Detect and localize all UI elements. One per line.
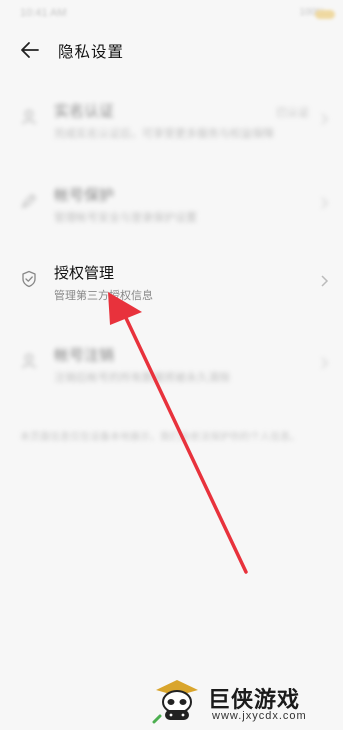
setting-status: 已认证 — [276, 107, 309, 119]
setting-row-realname[interactable]: 实名认证 完成实名认证后，可享受更多服务与权益保障 已认证 — [0, 88, 343, 152]
battery-icon — [315, 10, 335, 19]
shield-check-icon — [22, 270, 36, 288]
setting-title: 实名认证 — [54, 103, 115, 120]
privacy-note: 本页面信息仅在设备本地展示，我们会依法保护你的个人信息。 — [20, 432, 300, 443]
person-icon — [22, 109, 36, 125]
watermark-logo: 巨侠游戏 www.jxycdx.com — [150, 676, 320, 726]
person-icon — [22, 353, 36, 369]
setting-title: 帐号保护 — [54, 187, 115, 204]
page-title: 隐私设置 — [58, 44, 125, 61]
chevron-right-icon — [321, 357, 329, 369]
chevron-right-icon — [321, 113, 329, 125]
setting-title: 帐号注销 — [54, 347, 115, 364]
setting-subtitle: 管理帐号安全与登录保护设置 — [54, 212, 197, 224]
setting-subtitle: 注销后帐号的所有数据将被永久清除 — [54, 372, 230, 384]
setting-row-account-cancel[interactable]: 帐号注销 注销后帐号的所有数据将被永久清除 — [0, 332, 343, 396]
chevron-right-icon — [321, 197, 329, 209]
back-arrow-icon — [21, 42, 39, 58]
setting-row-authorization[interactable]: 授权管理 管理第三方授权信息 — [0, 250, 343, 314]
status-bar: 10:41 AM 100% — [0, 0, 343, 30]
setting-subtitle: 完成实名认证后，可享受更多服务与权益保障 — [54, 128, 274, 140]
setting-row-account-protect[interactable]: 帐号保护 管理帐号安全与登录保护设置 — [0, 172, 343, 236]
header: 隐私设置 — [0, 32, 343, 68]
setting-subtitle: 管理第三方授权信息 — [54, 290, 153, 302]
status-time: 10:41 AM — [20, 7, 67, 19]
watermark-url: www.jxycdx.com — [212, 710, 307, 722]
setting-title: 授权管理 — [54, 265, 115, 282]
panda-logo-icon — [152, 680, 198, 724]
edit-icon — [21, 194, 36, 209]
chevron-right-icon — [321, 275, 329, 287]
back-button[interactable] — [18, 38, 42, 62]
